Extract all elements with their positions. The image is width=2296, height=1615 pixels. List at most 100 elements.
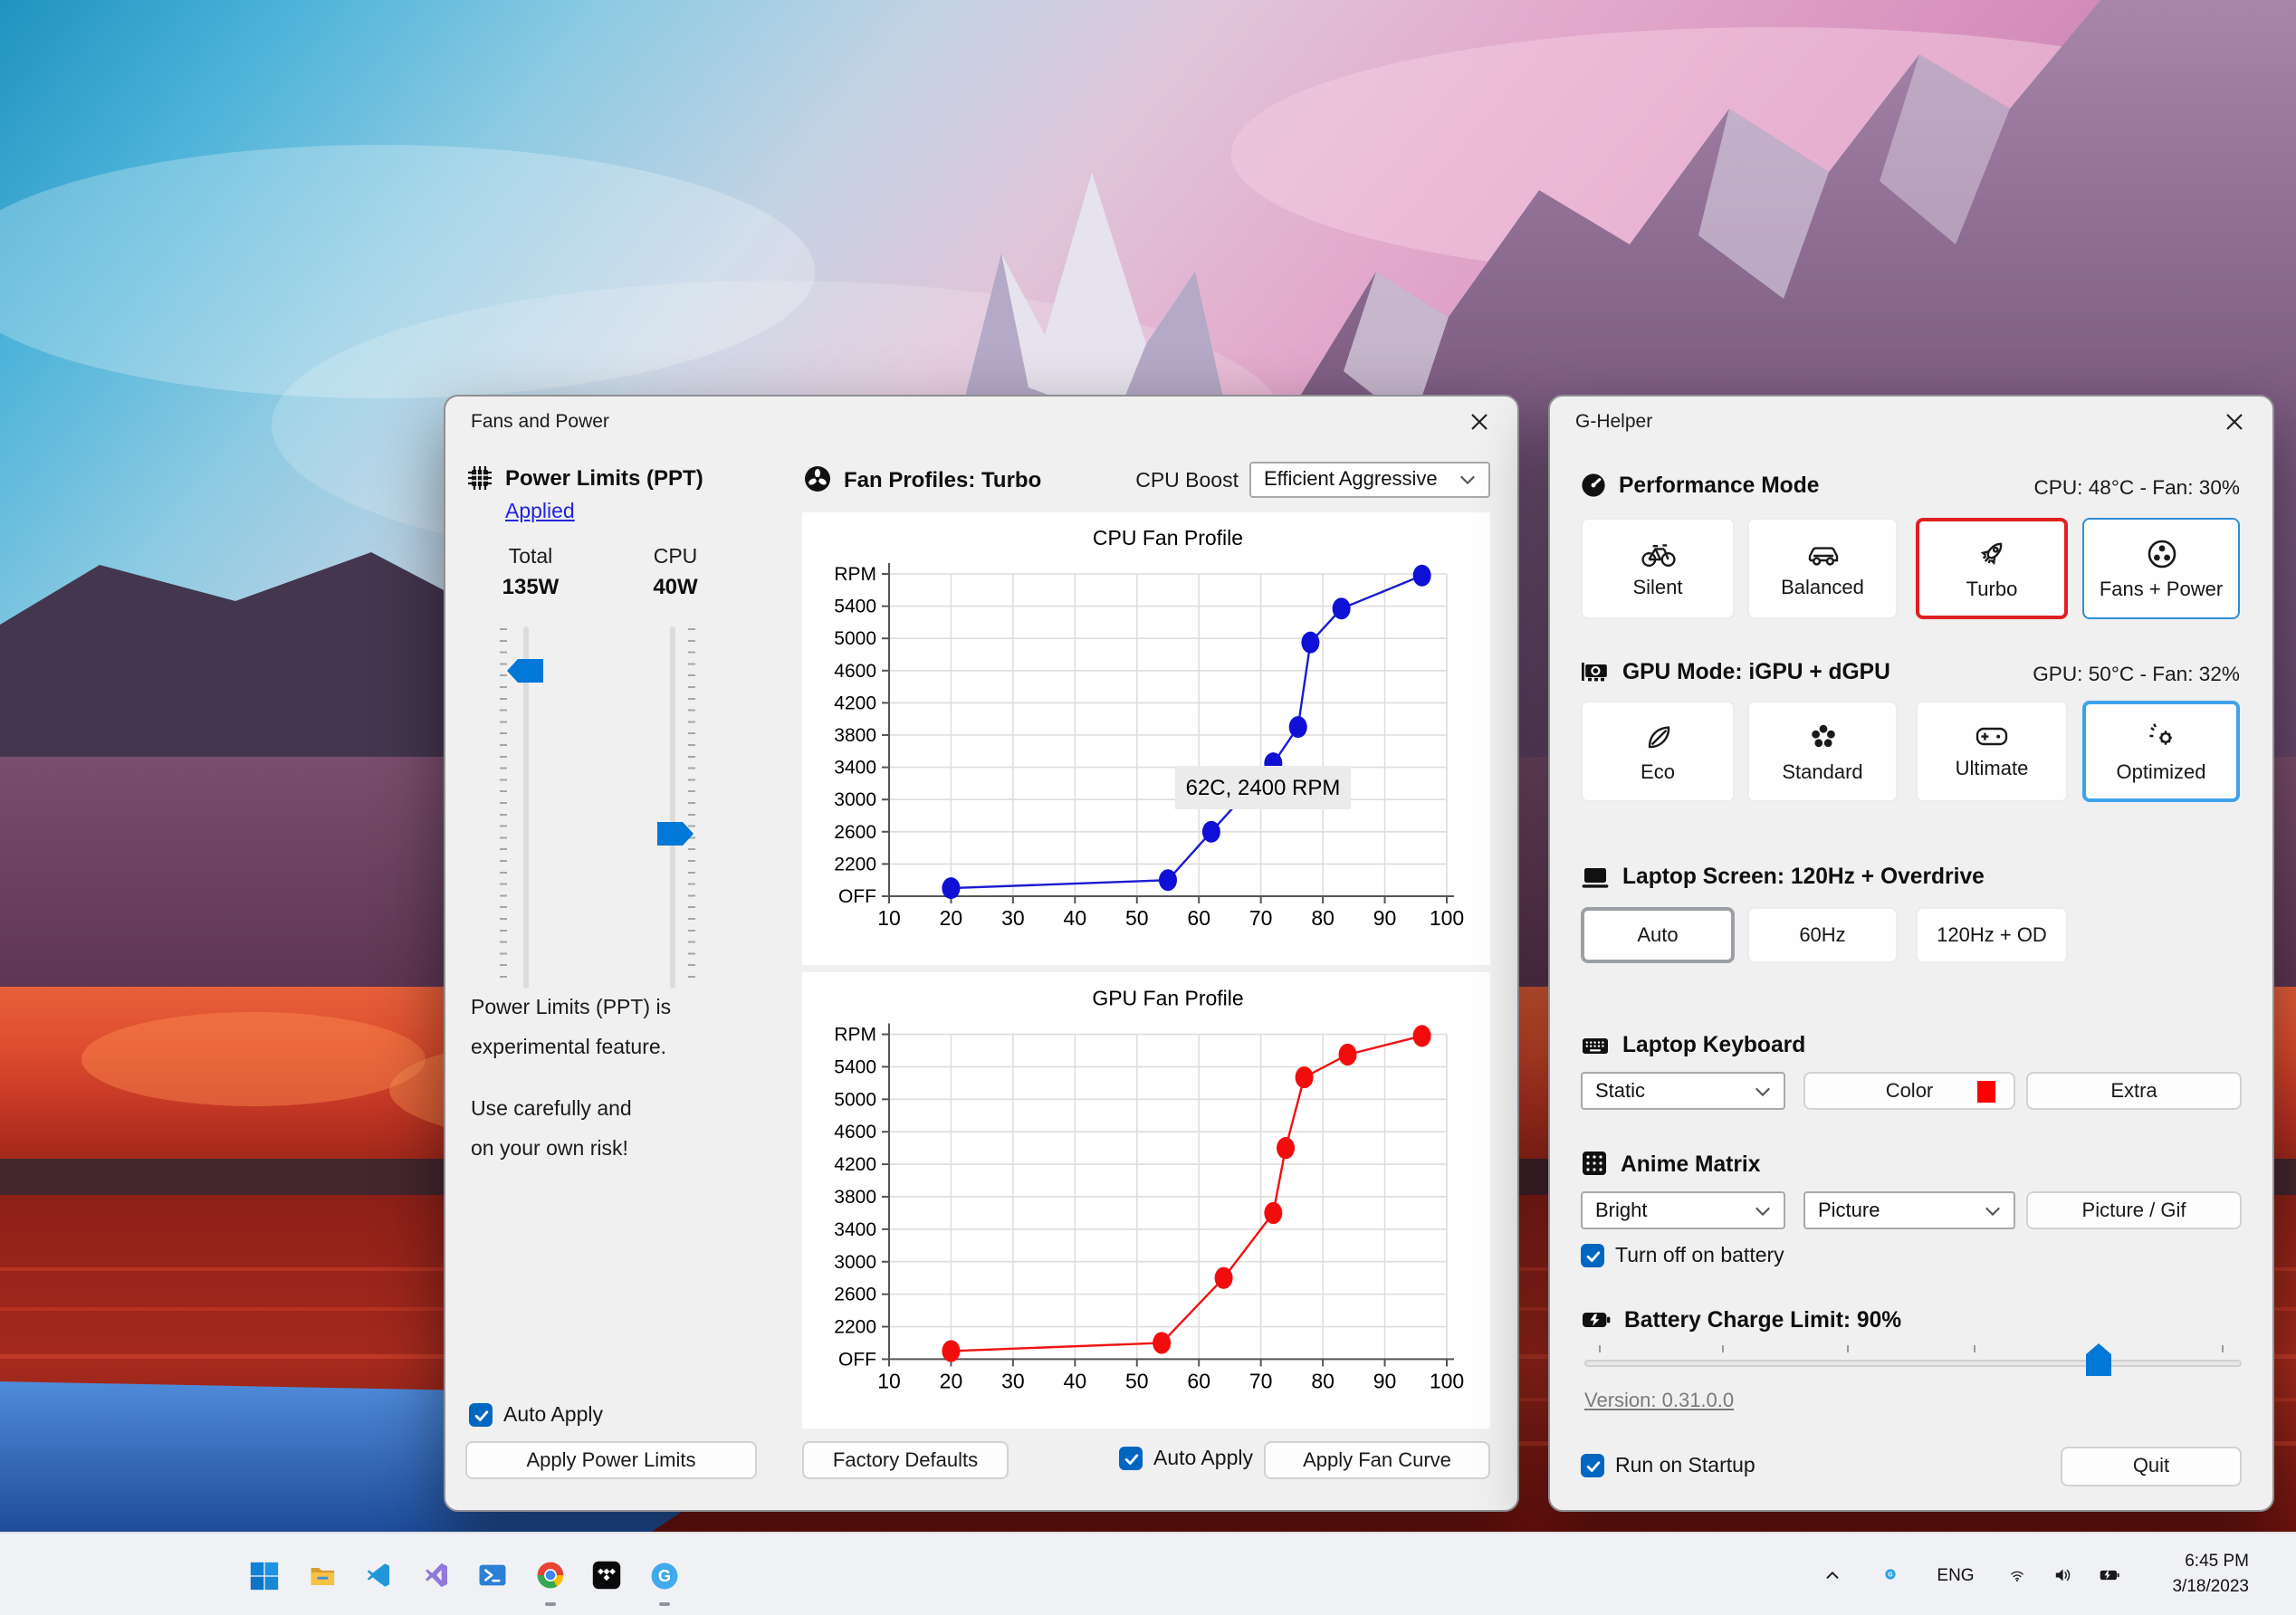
running-indicator <box>658 1601 669 1606</box>
ghelper-window: G-Helper Performance Mode CPU: 48°C - Fa… <box>1548 395 2274 1512</box>
svg-text:100: 100 <box>1430 906 1464 930</box>
ghelper-close-button[interactable] <box>2207 402 2262 442</box>
turn-off-on-battery-checkbox[interactable] <box>1581 1244 1604 1267</box>
gpu-mode-header-row: GPU Mode: iGPU + dGPU <box>1581 659 1890 684</box>
running-indicator <box>544 1601 555 1606</box>
power-auto-apply-row: Auto Apply <box>469 1403 603 1427</box>
fans-window-close-button[interactable] <box>1452 402 1507 442</box>
run-on-startup-checkbox[interactable] <box>1581 1454 1604 1477</box>
battery-slider[interactable] <box>1584 1338 2242 1385</box>
svg-text:40: 40 <box>1064 1370 1087 1393</box>
ppt-note-line3: Use carefully and <box>471 1099 632 1121</box>
ghelper-window-title: G-Helper <box>1575 411 1653 433</box>
cpu-slider-thumb[interactable] <box>657 822 694 846</box>
tidal-button[interactable] <box>581 1543 632 1608</box>
run-on-startup-label: Run on Startup <box>1615 1455 1755 1476</box>
chevron-down-icon <box>1755 1206 1770 1216</box>
svg-text:60: 60 <box>1187 906 1210 930</box>
file-explorer-button[interactable] <box>296 1543 347 1608</box>
ppt-note-line4: on your own risk! <box>471 1139 628 1161</box>
factory-defaults-button[interactable]: Factory Defaults <box>802 1441 1009 1479</box>
cpu-slider-ticks <box>688 628 695 987</box>
cpu-boost-label: CPU Boost <box>1135 471 1239 492</box>
mode-button-label: Silent <box>1632 578 1683 599</box>
keyboard-extra-button[interactable]: Extra <box>2026 1072 2242 1110</box>
tray-language-button[interactable]: ENG <box>1927 1555 1985 1595</box>
svg-text:2600: 2600 <box>834 822 876 843</box>
mode-button-silent[interactable]: Silent <box>1581 518 1735 619</box>
vscode-button[interactable] <box>353 1543 404 1608</box>
gpu-card-icon <box>1582 663 1607 682</box>
cpu-fan-chart[interactable]: RPM 5400 5000 4600 4200 3800 3400 3000 2600 2200 O… <box>802 512 1490 965</box>
powershell-button[interactable] <box>467 1543 518 1608</box>
anime-picture-gif-button[interactable]: Picture / Gif <box>2026 1191 2242 1229</box>
gpu-button-optimized[interactable]: Optimized <box>2082 701 2240 802</box>
battery-slider-track[interactable] <box>1584 1360 2242 1367</box>
tray-show-hidden-button[interactable] <box>1814 1555 1851 1595</box>
power-auto-apply-checkbox[interactable] <box>469 1403 493 1427</box>
gpu-button-eco[interactable]: Eco <box>1581 701 1735 802</box>
gpu-button-ultimate[interactable]: Ultimate <box>1916 701 2068 802</box>
battery-slider-thumb[interactable] <box>2086 1343 2111 1376</box>
quit-button[interactable]: Quit <box>2061 1447 2242 1486</box>
power-limits-header-row: Power Limits (PPT) <box>467 465 703 491</box>
svg-text:4600: 4600 <box>834 1122 876 1142</box>
fan-auto-apply-row: Auto Apply <box>1119 1447 1253 1470</box>
vscode-icon <box>367 1563 389 1587</box>
mode-button-balanced[interactable]: Balanced <box>1747 518 1898 619</box>
tray-volume-button[interactable] <box>2042 1555 2082 1595</box>
cpu-slider-value: 40W <box>653 574 698 599</box>
svg-text:5000: 5000 <box>834 628 876 649</box>
leaf-icon <box>1647 725 1669 748</box>
tray-wifi-button[interactable] <box>1999 1555 2035 1595</box>
cpu-chip-icon <box>468 466 492 490</box>
total-slider-ticks <box>500 628 507 987</box>
wifi-icon <box>2011 1570 2023 1581</box>
start-button[interactable] <box>239 1543 290 1608</box>
anime-brightness-dropdown[interactable]: Bright <box>1581 1191 1785 1229</box>
keyboard-color-button[interactable]: Color <box>1803 1072 2015 1110</box>
gpu-fan-chart[interactable]: RPM 5400 5000 4600 4200 3800 3400 3000 2600 2200 O… <box>802 972 1490 1429</box>
tray-battery-button[interactable] <box>2088 1555 2131 1595</box>
gpu-button-standard[interactable]: Standard <box>1747 701 1898 802</box>
battery-limit-header-row: Battery Charge Limit: 90% <box>1581 1305 1901 1333</box>
apply-power-limits-button[interactable]: Apply Power Limits <box>465 1441 757 1479</box>
fans-and-power-window: Fans and Power Power Limits (PPT) Applie… <box>444 395 1519 1512</box>
anime-mode-dropdown[interactable]: Picture <box>1803 1191 2015 1229</box>
apply-fan-curve-button[interactable]: Apply Fan Curve <box>1264 1441 1490 1479</box>
mode-button-turbo[interactable]: Turbo <box>1916 518 2068 619</box>
screen-button-60hz[interactable]: 60Hz <box>1747 907 1898 963</box>
keyboard-icon <box>1583 1037 1608 1053</box>
keyboard-mode-value: Static <box>1595 1080 1646 1102</box>
cpu-power-slider[interactable] <box>670 626 675 989</box>
svg-text:2200: 2200 <box>834 1316 876 1337</box>
anime-matrix-header: Anime Matrix <box>1621 1151 1761 1176</box>
svg-text:3800: 3800 <box>834 725 876 746</box>
screen-button-120hz-od[interactable]: 120Hz + OD <box>1916 907 2068 963</box>
ppt-note-line2: experimental feature. <box>471 1037 667 1059</box>
svg-text:50: 50 <box>1125 1370 1149 1393</box>
svg-text:30: 30 <box>1001 1370 1025 1393</box>
fan-power-icon <box>2147 539 2176 568</box>
tray-clock[interactable]: 6:45 PM 3/18/2023 <box>2148 1544 2260 1606</box>
svg-text:60: 60 <box>1187 1370 1210 1393</box>
chevron-down-icon <box>1755 1086 1770 1096</box>
gamepad-icon <box>1976 727 2008 746</box>
ppt-note-line1: Power Limits (PPT) is <box>471 998 672 1019</box>
applied-link[interactable]: Applied <box>505 502 575 523</box>
fans-window-titlebar[interactable]: Fans and Power <box>445 397 1517 447</box>
version-link[interactable]: Version: 0.31.0.0 <box>1584 1390 1734 1412</box>
fan-auto-apply-checkbox[interactable] <box>1119 1447 1143 1470</box>
tray-ghelper-button[interactable]: G <box>1874 1557 1907 1590</box>
ghelper-titlebar[interactable]: G-Helper <box>1550 397 2272 447</box>
keyboard-mode-dropdown[interactable]: Static <box>1581 1072 1785 1110</box>
ghelper-taskbar-button[interactable]: G <box>638 1543 689 1608</box>
visual-studio-button[interactable] <box>410 1543 461 1608</box>
chrome-button[interactable] <box>524 1543 575 1608</box>
clock-date: 3/18/2023 <box>2172 1577 2249 1597</box>
mode-button-fans-power[interactable]: Fans + Power <box>2082 518 2240 619</box>
laptop-keyboard-header-row: Laptop Keyboard <box>1581 1032 1805 1057</box>
cpu-boost-dropdown[interactable]: Efficient Aggressive <box>1249 462 1490 498</box>
screen-button-auto[interactable]: Auto <box>1581 907 1735 963</box>
total-slider-thumb[interactable] <box>507 659 543 683</box>
